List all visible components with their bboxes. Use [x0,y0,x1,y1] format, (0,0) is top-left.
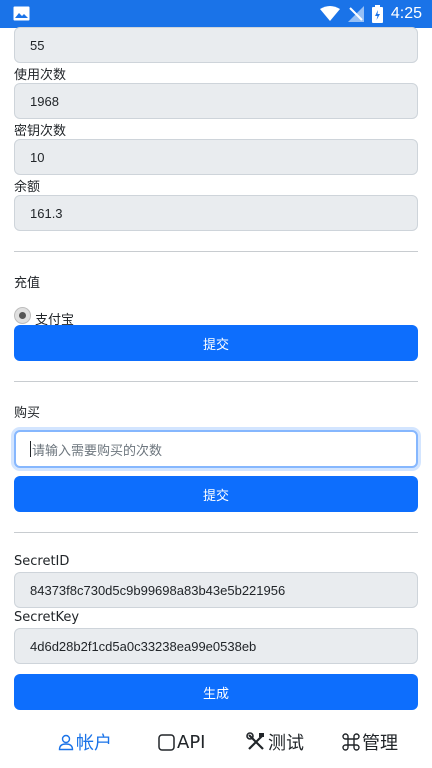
purchase-count-placeholder: 请输入需要购买的次数 [32,443,163,459]
tools-icon [246,732,264,750]
status-bar: 4:25 [0,0,432,28]
key-count-field: 10 [14,139,418,175]
balance-label: 余额 [14,180,41,195]
status-time: 4:25 [390,5,422,22]
tab-test[interactable]: 测试 [246,722,304,762]
alipay-radio[interactable] [14,306,31,324]
battery-icon [371,5,383,23]
recharge-title: 充值 [14,276,41,291]
usage-label: 使用次数 [14,68,67,83]
purchase-title: 购买 [14,406,41,421]
text-caret [30,441,31,457]
tab-manage[interactable]: 管理 [342,722,398,762]
tab-api[interactable]: API [158,722,205,762]
wifi-icon [319,6,340,21]
tab-account[interactable]: 帐户 [58,722,112,762]
purchase-count-input[interactable]: 请输入需要购买的次数 [14,430,418,468]
key-count-label: 密钥次数 [14,124,67,139]
secret-key-field: 4d6d28b2f1cd5a0c33238ea99e0538eb [14,628,418,664]
recharge-submit-button[interactable]: 提交 [14,325,418,361]
person-icon [58,734,74,751]
secret-id-label: SecretID [14,554,70,569]
tab-manage-label: 管理 [362,733,398,754]
usage-field: 1968 [14,83,418,119]
purchase-submit-button[interactable]: 提交 [14,476,418,512]
tab-account-label: 帐户 [76,733,112,754]
signal-icon [347,6,364,22]
top-value-field: 55 [14,27,418,63]
tab-api-label: API [177,731,206,753]
generate-button[interactable]: 生成 [14,674,418,710]
balance-field: 161.3 [14,195,418,231]
tab-test-label: 测试 [268,733,304,754]
secret-key-label: SecretKey [14,610,80,625]
image-icon [13,6,30,21]
square-icon [158,733,175,751]
divider [14,381,418,382]
secret-id-field: 84373f8c730d5c9b99698a83b43e5b221956 [14,572,418,608]
bottom-tab-bar: 帐户 API 测试 管理 [0,722,432,768]
command-icon [342,733,360,751]
divider [14,532,418,533]
divider [14,251,418,252]
